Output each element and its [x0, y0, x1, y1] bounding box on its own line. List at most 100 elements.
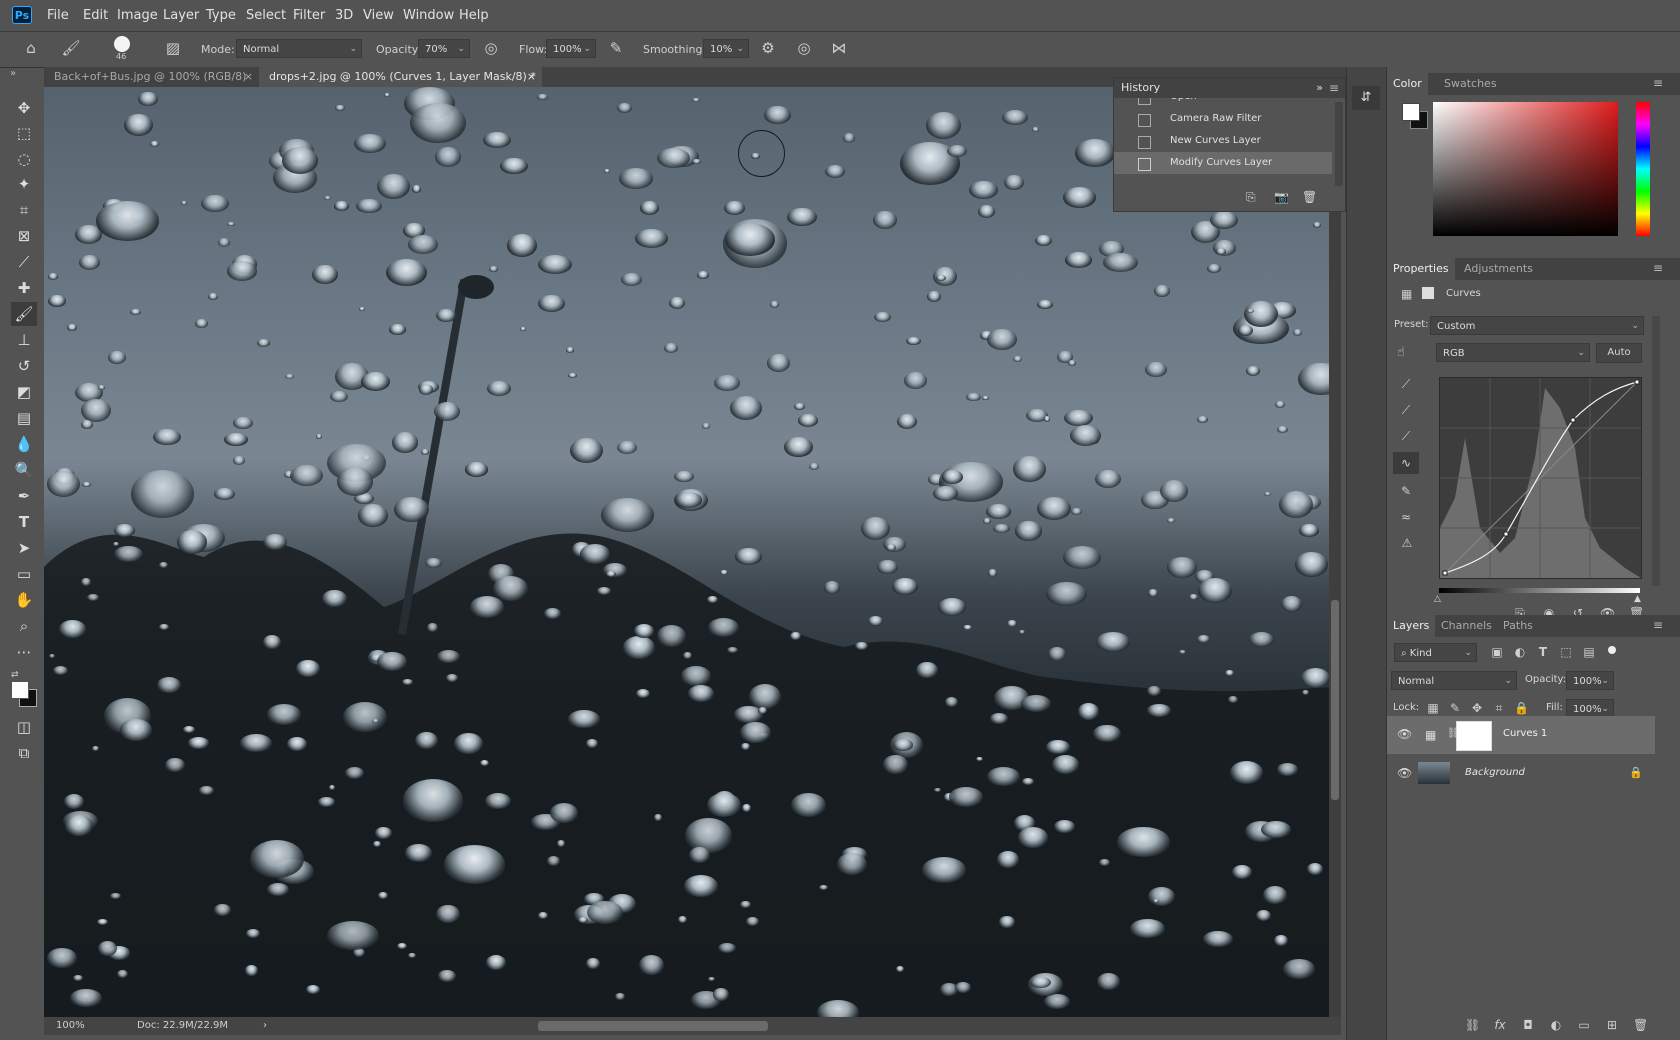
- new-layer-icon[interactable]: ⊞: [1605, 1018, 1619, 1032]
- layer-filter-select[interactable]: ⌕ Kind ⌄: [1394, 643, 1477, 662]
- gear-icon[interactable]: ⚙: [758, 38, 778, 58]
- menu-type[interactable]: Type: [206, 0, 236, 31]
- frame-tool-icon[interactable]: ⊠: [11, 224, 37, 248]
- layer-name[interactable]: Curves 1: [1503, 728, 1547, 739]
- close-icon[interactable]: ×: [244, 67, 253, 87]
- move-tool-icon[interactable]: ✥: [11, 96, 37, 120]
- layer-mask-icon[interactable]: [1422, 287, 1434, 299]
- fx-icon[interactable]: fx: [1493, 1018, 1507, 1032]
- new-document-from-state-icon[interactable]: ⎘: [1246, 190, 1256, 205]
- menu-select[interactable]: Select: [246, 0, 286, 31]
- lock-position-icon[interactable]: ✥: [1470, 701, 1484, 715]
- lock-pixels-icon[interactable]: ✎: [1448, 701, 1462, 715]
- tab-back-of-bus[interactable]: Back+of+Bus.jpg @ 100% (RGB/8) ×: [44, 67, 259, 87]
- preset-select[interactable]: Custom ⌄: [1430, 316, 1644, 335]
- dodge-tool-icon[interactable]: 🔍: [11, 458, 37, 482]
- tab-channels[interactable]: Channels: [1435, 615, 1498, 637]
- delete-layer-icon[interactable]: 🗑: [1633, 1018, 1648, 1032]
- horizontal-scroll-thumb[interactable]: [538, 1021, 768, 1031]
- add-mask-icon[interactable]: ◘: [1521, 1018, 1535, 1032]
- rectangle-tool-icon[interactable]: ▭: [11, 562, 37, 586]
- blur-tool-icon[interactable]: 💧: [11, 432, 37, 456]
- layer-thumbnail[interactable]: [1418, 762, 1450, 784]
- auto-button[interactable]: Auto: [1596, 343, 1642, 363]
- mode-select[interactable]: Normal ⌄: [236, 39, 362, 58]
- lock-all-icon[interactable]: 🔒: [1514, 701, 1529, 715]
- panel-menu-icon[interactable]: ≡: [1653, 261, 1663, 275]
- lasso-tool-icon[interactable]: ◌: [11, 147, 37, 171]
- lock-artboard-icon[interactable]: ⌗: [1492, 701, 1506, 715]
- new-adjustment-icon[interactable]: ◐: [1549, 1018, 1563, 1032]
- tab-properties[interactable]: Properties: [1387, 258, 1455, 280]
- lock-transparency-icon[interactable]: ▦: [1426, 701, 1440, 715]
- healing-brush-icon[interactable]: ✚: [11, 276, 37, 300]
- layer-row-curves[interactable]: 👁 ▦ ⛓ Curves 1: [1387, 716, 1655, 754]
- adjustment-filter-icon[interactable]: ◐: [1513, 645, 1527, 659]
- hand-tool-icon[interactable]: ✋: [11, 588, 37, 612]
- black-point-slider[interactable]: △: [1434, 594, 1441, 604]
- history-item-selected[interactable]: Modify Curves Layer: [1114, 152, 1332, 174]
- menu-view[interactable]: View: [363, 0, 394, 31]
- properties-scrollbar[interactable]: [1652, 316, 1660, 586]
- brush-settings-icon[interactable]: ▨: [163, 38, 183, 58]
- filter-toggle-icon[interactable]: [1608, 646, 1616, 654]
- targeted-adjustment-icon[interactable]: ☝: [1397, 345, 1405, 360]
- airbrush-icon[interactable]: ✎: [606, 38, 626, 58]
- layer-opacity-input[interactable]: 100% ⌄: [1566, 671, 1614, 690]
- brush-preset-icon[interactable]: 🖌: [61, 38, 81, 58]
- close-icon[interactable]: ×: [527, 67, 536, 87]
- panel-menu-icon[interactable]: ≡: [1653, 76, 1663, 90]
- expand-panel-icon[interactable]: »: [1316, 78, 1323, 98]
- history-item[interactable]: New Curves Layer: [1114, 130, 1332, 152]
- menu-help[interactable]: Help: [459, 0, 489, 31]
- link-layers-icon[interactable]: ⛓: [1465, 1018, 1480, 1032]
- history-item[interactable]: Open: [1114, 98, 1332, 108]
- eyedropper-icon[interactable]: ⟋: [11, 250, 37, 274]
- smoothing-input[interactable]: 10% ⌄: [703, 39, 749, 58]
- tab-drops-2[interactable]: drops+2.jpg @ 100% (Curves 1, Layer Mask…: [259, 67, 542, 87]
- status-arrow-icon[interactable]: ›: [263, 1017, 267, 1035]
- curve-points-icon[interactable]: ∿: [1393, 452, 1419, 474]
- symmetry-icon[interactable]: ⋈: [829, 38, 849, 58]
- curves-graph[interactable]: [1439, 377, 1642, 579]
- menu-layer[interactable]: Layer: [163, 0, 199, 31]
- menu-window[interactable]: Window: [403, 0, 454, 31]
- color-field[interactable]: [1433, 102, 1618, 236]
- hue-slider[interactable]: [1636, 102, 1650, 236]
- clone-stamp-icon[interactable]: ⊥: [11, 328, 37, 352]
- smart-object-filter-icon[interactable]: ▤: [1582, 645, 1596, 659]
- shape-filter-icon[interactable]: ⬚: [1559, 645, 1573, 659]
- path-selection-icon[interactable]: ➤: [11, 536, 37, 560]
- tab-layers[interactable]: Layers: [1387, 615, 1436, 637]
- channel-select[interactable]: RGB ⌄: [1436, 343, 1590, 362]
- vertical-scroll-thumb[interactable]: [1331, 600, 1339, 800]
- new-group-icon[interactable]: ▭: [1577, 1018, 1591, 1032]
- smooth-curve-icon[interactable]: ≈: [1399, 510, 1413, 524]
- marquee-tool-icon[interactable]: ⬚: [11, 121, 37, 145]
- crop-tool-icon[interactable]: ⌗: [11, 198, 37, 222]
- panel-menu-icon[interactable]: ≡: [1653, 618, 1663, 632]
- pressure-size-icon[interactable]: ◎: [794, 38, 814, 58]
- brush-tool-icon[interactable]: 🖌: [11, 302, 37, 326]
- zoom-level[interactable]: 100%: [56, 1017, 85, 1035]
- type-tool-icon[interactable]: T: [11, 510, 37, 534]
- tab-swatches[interactable]: Swatches: [1438, 73, 1503, 95]
- screen-mode-icon[interactable]: ⧉: [11, 741, 37, 765]
- layer-row-background[interactable]: 👁 Background 🔒: [1387, 755, 1655, 793]
- clipping-warning-icon[interactable]: ⚠: [1396, 536, 1418, 550]
- magic-wand-icon[interactable]: ✦: [11, 172, 37, 196]
- document-canvas[interactable]: [44, 87, 1329, 1017]
- gradient-tool-icon[interactable]: ▤: [11, 406, 37, 430]
- layer-name[interactable]: Background: [1465, 767, 1525, 778]
- white-point-slider[interactable]: ▲: [1634, 594, 1641, 604]
- pressure-opacity-icon[interactable]: ◎: [481, 38, 501, 58]
- more-tools-icon[interactable]: ⋯: [11, 640, 37, 664]
- type-filter-icon[interactable]: T: [1536, 645, 1550, 659]
- tab-adjustments[interactable]: Adjustments: [1458, 258, 1539, 280]
- swap-colors-icon[interactable]: ⇄: [11, 670, 19, 680]
- menu-3d[interactable]: 3D: [335, 0, 353, 31]
- menu-image[interactable]: Image: [117, 0, 158, 31]
- foreground-color-swatch[interactable]: [11, 681, 29, 699]
- brush-tip-icon[interactable]: [114, 36, 130, 52]
- history-item[interactable]: Camera Raw Filter: [1114, 108, 1332, 130]
